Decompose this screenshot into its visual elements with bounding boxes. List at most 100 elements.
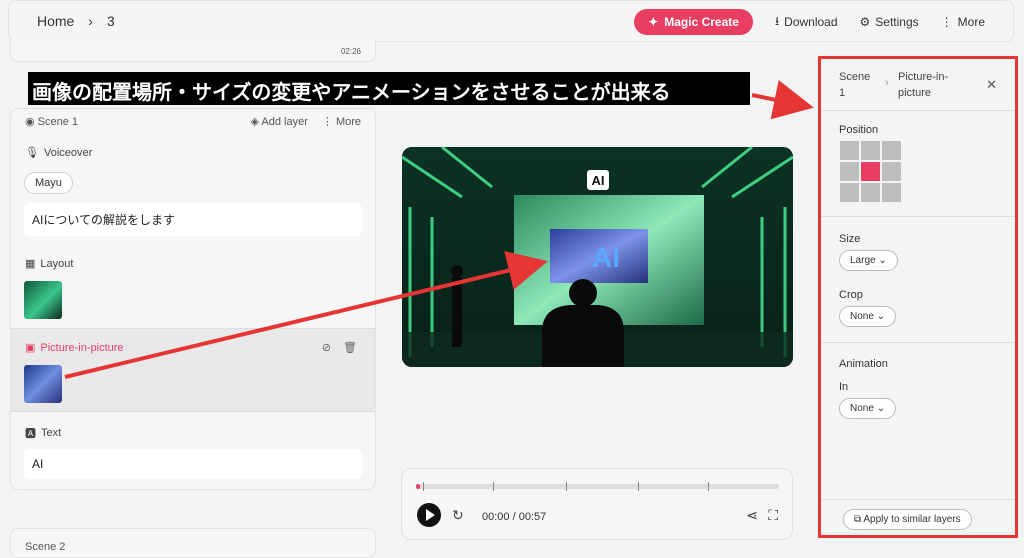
magic-create-label: Magic Create bbox=[664, 15, 739, 29]
size-value: Large bbox=[850, 255, 876, 266]
crop-dropdown[interactable]: None ⌄ bbox=[839, 306, 897, 327]
timeline-track[interactable] bbox=[416, 482, 779, 491]
add-layer-label: Add layer bbox=[261, 116, 308, 128]
text-label: 🅰 Text bbox=[25, 425, 61, 441]
person-silhouette bbox=[542, 305, 624, 367]
panel-crumb-scene[interactable]: Scene 1 bbox=[839, 69, 879, 101]
playback-time: 00:00 / 00:57 bbox=[482, 511, 547, 523]
chevron-down-icon: ⌄ bbox=[878, 255, 887, 266]
hide-icon[interactable]: ⊘ bbox=[322, 341, 331, 354]
annotation-banner: 画像の配置場所・サイズの変更やアニメーションをさせることが出来る bbox=[28, 72, 750, 105]
divider bbox=[821, 216, 1015, 217]
pip-label: ▣ Picture-in-picture bbox=[25, 341, 124, 355]
magic-create-button[interactable]: ✦ Magic Create bbox=[634, 9, 753, 35]
player-controls: ↻ 00:00 / 00:57 ⋖ ⛶ bbox=[401, 468, 793, 540]
annotation-arrow bbox=[751, 80, 814, 120]
panel-footer-divider bbox=[821, 499, 1015, 500]
trash-icon[interactable]: 🗑 bbox=[343, 341, 357, 354]
replay-icon[interactable]: ↻ bbox=[452, 507, 464, 524]
copy-icon: ⧉ bbox=[854, 514, 862, 525]
animation-label: Animation bbox=[839, 358, 888, 370]
sparkle-icon: ✦ bbox=[648, 15, 659, 29]
previous-scene-card[interactable]: 02:26 bbox=[10, 40, 376, 62]
position-cell[interactable] bbox=[840, 183, 859, 202]
voiceover-text-field[interactable]: AIについての解説をします bbox=[24, 203, 362, 236]
size-dropdown[interactable]: Large ⌄ bbox=[839, 250, 898, 271]
gear-icon: ⚙ bbox=[859, 15, 871, 29]
ai-label: AI bbox=[592, 173, 605, 188]
scene-1-card[interactable]: ◉ Scene 1 ◈ Add layer ⋮ More 🎙 Voiceover… bbox=[10, 108, 376, 490]
pip-label-text: Picture-in-picture bbox=[40, 341, 124, 354]
position-cell[interactable] bbox=[861, 141, 880, 160]
crop-value: None bbox=[850, 311, 874, 322]
settings-button[interactable]: ⚙ Settings bbox=[860, 15, 919, 29]
position-cell[interactable] bbox=[840, 162, 859, 181]
download-label: Download bbox=[784, 15, 838, 29]
scene-more-button[interactable]: ⋮ More bbox=[322, 115, 361, 128]
crop-label: Crop bbox=[839, 289, 863, 301]
text-label-text: Text bbox=[41, 427, 62, 439]
timeline-marker bbox=[493, 482, 494, 491]
position-grid bbox=[840, 141, 901, 202]
animation-in-value: None bbox=[850, 403, 874, 414]
play-button[interactable] bbox=[417, 503, 441, 527]
pip-thumbnail[interactable] bbox=[24, 365, 62, 403]
position-cell[interactable] bbox=[882, 183, 901, 202]
timeline-marker bbox=[423, 482, 424, 491]
timeline-marker bbox=[708, 482, 709, 491]
apply-to-similar-layers-button[interactable]: ⧉ Apply to similar layers bbox=[843, 509, 972, 530]
position-cell[interactable] bbox=[861, 183, 880, 202]
divider bbox=[821, 342, 1015, 343]
layers-icon: ◈ bbox=[250, 116, 259, 128]
settings-label: Settings bbox=[875, 15, 919, 29]
layer-properties-panel: Scene 1 › Picture-in-picture ✕ Position … bbox=[818, 56, 1018, 538]
layout-thumbnail[interactable] bbox=[24, 281, 62, 319]
voiceover-label: 🎙 Voiceover bbox=[25, 146, 93, 160]
layout-label-text: Layout bbox=[40, 257, 74, 270]
layout-label: ▦ Layout bbox=[25, 257, 74, 271]
animation-in-label: In bbox=[839, 381, 849, 393]
scene-2-card[interactable]: Scene 2 bbox=[10, 528, 376, 558]
pip-image-text: AI bbox=[592, 242, 620, 273]
scene-title-text: Scene 1 bbox=[37, 116, 79, 128]
picture-icon: ▣ bbox=[25, 342, 36, 354]
more-label: More bbox=[957, 15, 985, 29]
add-layer-button[interactable]: ◈ Add layer bbox=[250, 115, 307, 128]
animation-in-dropdown[interactable]: None ⌄ bbox=[839, 398, 897, 419]
panel-crumb-separator: › bbox=[885, 77, 889, 89]
download-button[interactable]: ⭳ Download bbox=[775, 12, 838, 33]
more-icon: ⋮ bbox=[321, 116, 333, 128]
position-cell-selected[interactable] bbox=[861, 162, 880, 181]
text-field[interactable]: AI bbox=[24, 449, 362, 479]
top-bar: Home › 3 ✦ Magic Create ⭳ Download ⚙ Set… bbox=[8, 0, 1014, 42]
scene-more-label: More bbox=[335, 116, 361, 128]
chevron-down-icon: ⌄ bbox=[876, 311, 886, 322]
scene-title: ◉ Scene 1 bbox=[25, 115, 78, 128]
position-cell[interactable] bbox=[840, 141, 859, 160]
more-button[interactable]: ⋮ More bbox=[941, 15, 985, 29]
size-label: Size bbox=[839, 233, 861, 245]
voiceover-label-text: Voiceover bbox=[43, 146, 93, 159]
share-icon[interactable]: ⋖ bbox=[746, 507, 758, 524]
position-label: Position bbox=[839, 124, 879, 136]
close-icon[interactable]: ✕ bbox=[986, 77, 997, 93]
breadcrumb: Home › 3 bbox=[37, 13, 125, 29]
pip-layer-row[interactable]: ▣ Picture-in-picture ⊘ 🗑 bbox=[11, 328, 375, 412]
breadcrumb-home[interactable]: Home bbox=[37, 13, 74, 29]
position-cell[interactable] bbox=[882, 141, 901, 160]
voice-chip[interactable]: Mayu bbox=[24, 172, 73, 194]
breadcrumb-current: 3 bbox=[106, 13, 115, 29]
download-icon: ⭳ bbox=[774, 13, 780, 28]
breadcrumb-separator: › bbox=[88, 13, 93, 29]
panel-header: Scene 1 › Picture-in-picture ✕ bbox=[821, 59, 1015, 111]
chevron-down-icon: ⌄ bbox=[876, 403, 886, 414]
timeline-marker bbox=[638, 482, 639, 491]
more-icon: ⋮ bbox=[940, 15, 953, 29]
fullscreen-icon[interactable]: ⛶ bbox=[768, 507, 778, 524]
video-preview[interactable]: AI AI bbox=[402, 147, 793, 367]
position-cell[interactable] bbox=[882, 162, 901, 181]
video-frame: AI AI bbox=[402, 147, 793, 367]
timeline-marker bbox=[566, 482, 567, 491]
scene-circle-icon: ◉ bbox=[25, 116, 35, 128]
layout-icon: ▦ bbox=[25, 258, 36, 270]
